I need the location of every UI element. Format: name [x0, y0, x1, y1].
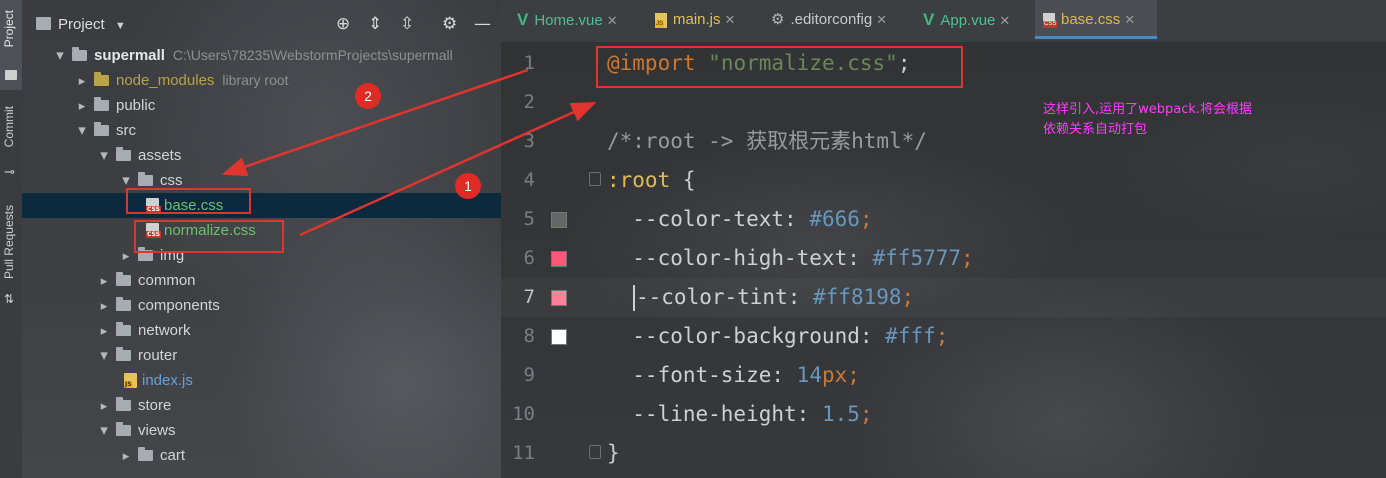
- arrow-normalize-to-import: [299, 101, 597, 237]
- arrow-import-to-base: [221, 68, 529, 177]
- annotation-arrows: [221, 68, 597, 237]
